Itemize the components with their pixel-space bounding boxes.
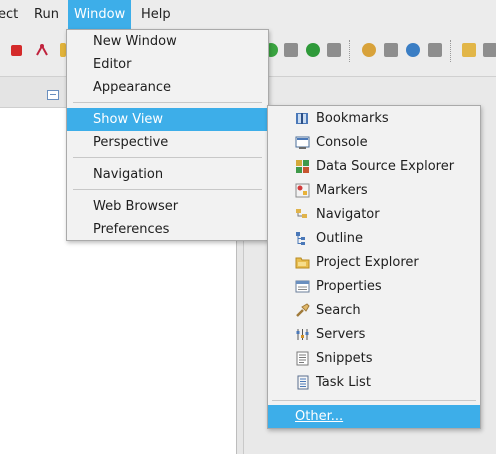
window-menu: New Window Editor Appearance Show View P… — [66, 29, 269, 241]
minimize-icon[interactable] — [47, 90, 59, 100]
menu-item-properties[interactable]: Properties — [268, 275, 480, 298]
menu-item-label: Web Browser — [93, 199, 179, 214]
menu-item-servers[interactable]: Servers — [268, 323, 480, 346]
menu-separator — [73, 189, 262, 190]
menu-item-label: Console — [316, 135, 368, 150]
menu-item-project-explorer[interactable]: Project Explorer — [268, 251, 480, 274]
menu-item-label: Task List — [316, 375, 371, 390]
menu-item-appearance[interactable]: Appearance — [67, 76, 268, 99]
menu-item-label: Navigation — [93, 167, 164, 182]
bookmarks-icon — [295, 111, 310, 126]
menu-item-label: Data Source Explorer — [316, 159, 455, 174]
menu-item-outline[interactable]: Outline — [268, 227, 480, 250]
new-server-icon[interactable] — [384, 43, 398, 57]
menu-item-new-window[interactable]: New Window — [67, 30, 268, 53]
menu-item-task-list[interactable]: Task List — [268, 371, 480, 394]
menu-item-label: Project Explorer — [316, 255, 419, 270]
menu-item-label: Search — [316, 303, 361, 318]
new-package-icon[interactable] — [428, 43, 442, 57]
menu-bar: ect Run Window Help — [0, 0, 496, 30]
menu-item-label: Perspective — [93, 135, 169, 150]
snippets-icon — [295, 351, 310, 366]
menu-item-label: Outline — [316, 231, 364, 246]
menu-item-data-source-explorer[interactable]: Data Source Explorer — [268, 155, 480, 178]
show-view-submenu: Bookmarks Console Data Source Explorer M… — [267, 105, 481, 429]
search-icon — [295, 303, 310, 318]
menu-separator — [73, 157, 262, 158]
external-tools-icon[interactable] — [284, 43, 298, 57]
menu-item-snippets[interactable]: Snippets — [268, 347, 480, 370]
menu-item-label: Appearance — [93, 80, 172, 95]
menu-help[interactable]: Help — [141, 0, 171, 30]
menu-item-bookmarks[interactable]: Bookmarks — [268, 107, 480, 130]
menu-separator — [73, 102, 262, 103]
disconnect-icon[interactable] — [35, 43, 49, 57]
menu-item-label: Other... — [295, 409, 344, 424]
navigator-icon — [295, 207, 310, 222]
open-type-icon[interactable] — [462, 43, 476, 57]
menu-item-label: Editor — [93, 57, 132, 72]
menu-item-search[interactable]: Search — [268, 299, 480, 322]
project-explorer-icon — [295, 255, 310, 270]
servers-icon — [295, 327, 310, 342]
menu-item-console[interactable]: Console — [268, 131, 480, 154]
new-class-icon[interactable] — [406, 43, 420, 57]
menu-item-web-browser[interactable]: Web Browser — [67, 195, 268, 218]
menu-item-label: Bookmarks — [316, 111, 389, 126]
data-source-explorer-icon — [295, 159, 310, 174]
menu-project[interactable]: ect — [0, 0, 18, 30]
new-wizard-icon[interactable] — [362, 43, 376, 57]
menu-item-label: Navigator — [316, 207, 380, 222]
menu-item-perspective[interactable]: Perspective — [67, 131, 268, 154]
outline-icon — [295, 231, 310, 246]
task-list-icon — [295, 375, 310, 390]
menu-item-markers[interactable]: Markers — [268, 179, 480, 202]
menu-item-navigator[interactable]: Navigator — [268, 203, 480, 226]
toolbar-separator — [349, 40, 351, 62]
menu-item-label: Markers — [316, 183, 368, 198]
search-toolbar-icon[interactable] — [483, 43, 496, 57]
menu-item-label: Servers — [316, 327, 366, 342]
profile-icon[interactable] — [327, 43, 341, 57]
console-icon — [295, 135, 310, 150]
menu-item-navigation[interactable]: Navigation — [67, 163, 268, 186]
run-server-icon[interactable] — [306, 43, 320, 57]
menu-window[interactable]: Window — [68, 0, 132, 30]
menu-item-label: New Window — [93, 34, 177, 49]
menu-separator — [272, 400, 476, 401]
menu-item-preferences[interactable]: Preferences — [67, 218, 268, 241]
properties-icon — [295, 279, 310, 294]
markers-icon — [295, 183, 310, 198]
menu-item-label: Snippets — [316, 351, 373, 366]
menu-run[interactable]: Run — [34, 0, 59, 30]
menu-item-label: Show View — [93, 112, 164, 127]
stop-icon[interactable] — [11, 45, 22, 56]
menu-item-other[interactable]: Other... — [268, 405, 480, 428]
menu-item-show-view[interactable]: Show View — [67, 108, 268, 131]
toolbar-separator — [450, 40, 452, 62]
menu-item-label: Properties — [316, 279, 382, 294]
menu-item-editor[interactable]: Editor — [67, 53, 268, 76]
menu-item-label: Preferences — [93, 222, 170, 237]
